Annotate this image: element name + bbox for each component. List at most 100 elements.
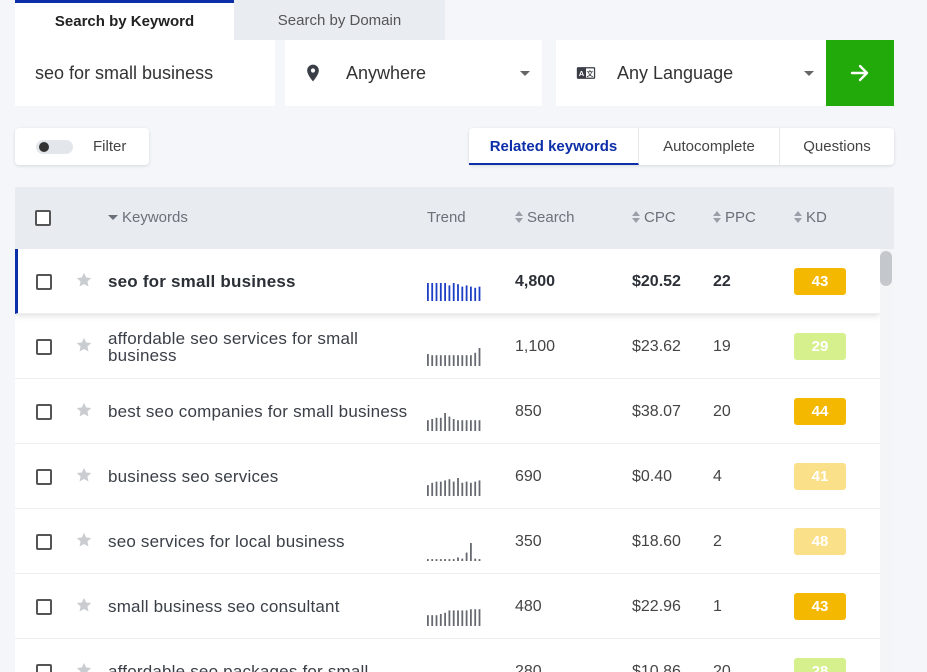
sort-icon (632, 211, 640, 223)
row-checkbox[interactable] (36, 274, 52, 290)
trend-bar (461, 355, 464, 366)
trend-bar (474, 287, 477, 301)
kd-badge: 29 (794, 333, 846, 360)
filter-toggle[interactable]: Filter (15, 128, 149, 165)
trend-bar (444, 283, 446, 301)
row-checkbox[interactable] (36, 469, 52, 485)
kd-badge: 44 (794, 398, 846, 425)
trend-bar (435, 481, 438, 496)
table-row[interactable]: seo services for local business 350 $18.… (15, 509, 880, 574)
trend-bar (457, 478, 459, 496)
keyword-text[interactable]: small business seo consultant (108, 574, 408, 639)
arrow-right-icon (850, 64, 869, 82)
column-label-kd: KD (806, 209, 827, 226)
trend-bar (457, 284, 459, 301)
column-header-keywords[interactable]: Keywords (108, 187, 188, 249)
search-submit-button[interactable] (826, 40, 894, 106)
row-checkbox[interactable] (36, 599, 52, 615)
location-select[interactable]: Anywhere (285, 40, 542, 106)
trend-bar (431, 419, 434, 431)
trend-bar (474, 609, 477, 626)
column-header-search[interactable]: Search (515, 187, 575, 249)
trend-bar (427, 485, 429, 496)
keyword-text[interactable]: affordable seo services for small busine… (108, 314, 408, 379)
trend-sparkline (427, 348, 481, 366)
keyword-input[interactable] (15, 40, 275, 106)
column-header-trend: Trend (427, 209, 466, 226)
column-header-cpc[interactable]: CPC (632, 187, 676, 249)
table-row[interactable]: best seo companies for small business 85… (15, 379, 880, 444)
filter-switch[interactable] (36, 140, 73, 154)
keyword-text[interactable]: seo services for local business (108, 509, 408, 574)
tab-search-by-domain[interactable]: Search by Domain (234, 0, 445, 40)
trend-bar (465, 355, 468, 366)
svg-text:文: 文 (587, 69, 594, 78)
ppc-value: 20 (713, 663, 731, 672)
trend-bar (470, 543, 472, 561)
table-row[interactable]: affordable seo services for small busine… (15, 314, 880, 379)
keyword-text[interactable]: best seo companies for small business (108, 379, 408, 444)
location-value: Anywhere (346, 63, 427, 83)
keyword-text[interactable]: business seo services (108, 444, 408, 509)
star-icon[interactable] (75, 401, 93, 419)
tab-autocomplete[interactable]: Autocomplete (639, 128, 780, 165)
trend-bar (461, 610, 464, 626)
cpc-value: $20.52 (632, 273, 681, 290)
trend-bar (465, 285, 468, 301)
row-checkbox[interactable] (36, 534, 52, 550)
trend-bar (431, 283, 434, 301)
switch-knob (39, 142, 49, 152)
star-icon[interactable] (75, 596, 93, 614)
star-icon[interactable] (75, 336, 93, 354)
trend-bar (457, 355, 459, 366)
sort-icon (794, 211, 802, 223)
trend-bar (478, 348, 481, 366)
trend-bar (439, 355, 442, 366)
trend-bar (435, 615, 438, 626)
trend-bar (431, 559, 434, 561)
column-header-ppc[interactable]: PPC (713, 187, 756, 249)
search-bar: Anywhere A 文 Any Language (15, 40, 894, 106)
star-icon[interactable] (75, 271, 93, 289)
keyword-label: small business seo consultant (108, 597, 340, 616)
trend-bar (461, 558, 464, 561)
ppc-value: 19 (713, 338, 731, 355)
keyword-text[interactable]: seo for small business (108, 249, 408, 314)
trend-bar (452, 419, 455, 431)
keyword-table-body: seo for small business 4,800 $20.52 22 4… (15, 249, 880, 672)
keyword-text[interactable]: affordable seo packages for small (108, 639, 408, 672)
select-all-checkbox[interactable] (35, 210, 51, 226)
sort-icon (515, 211, 523, 223)
column-header-kd[interactable]: KD (794, 187, 827, 249)
trend-bar (452, 283, 455, 301)
trend-bar (448, 610, 451, 626)
row-checkbox[interactable] (36, 339, 52, 355)
star-icon[interactable] (75, 466, 93, 484)
language-select[interactable]: A 文 Any Language (556, 40, 826, 106)
table-row[interactable]: affordable seo packages for small 280 $1… (15, 639, 880, 672)
table-row[interactable]: business seo services 690 $0.40 4 41 (15, 444, 880, 509)
star-icon[interactable] (75, 531, 93, 549)
table-row[interactable]: seo for small business 4,800 $20.52 22 4… (15, 249, 880, 314)
row-checkbox[interactable] (36, 664, 52, 672)
star-icon[interactable] (75, 661, 93, 672)
table-row[interactable]: small business seo consultant 480 $22.96… (15, 574, 880, 639)
row-checkbox[interactable] (36, 404, 52, 420)
tab-related-keywords[interactable]: Related keywords (469, 128, 639, 165)
ppc-value: 1 (713, 598, 722, 615)
tab-questions[interactable]: Questions (780, 128, 894, 165)
scrollbar-thumb[interactable] (880, 251, 892, 286)
trend-bar (452, 481, 455, 496)
keyword-research-page: Search by Keyword Search by Domain Anywh… (0, 0, 927, 672)
tab-search-by-keyword[interactable]: Search by Keyword (15, 0, 234, 40)
sort-desc-icon (108, 215, 118, 220)
scrollbar-track[interactable] (880, 249, 894, 672)
trend-sparkline (427, 478, 481, 496)
svg-text:A: A (579, 69, 585, 78)
trend-bar (444, 559, 446, 561)
ppc-value: 2 (713, 533, 722, 550)
trend-bar (478, 420, 481, 431)
cpc-value: $22.96 (632, 598, 681, 615)
trend-bar (457, 610, 459, 626)
trend-bar (439, 559, 442, 561)
